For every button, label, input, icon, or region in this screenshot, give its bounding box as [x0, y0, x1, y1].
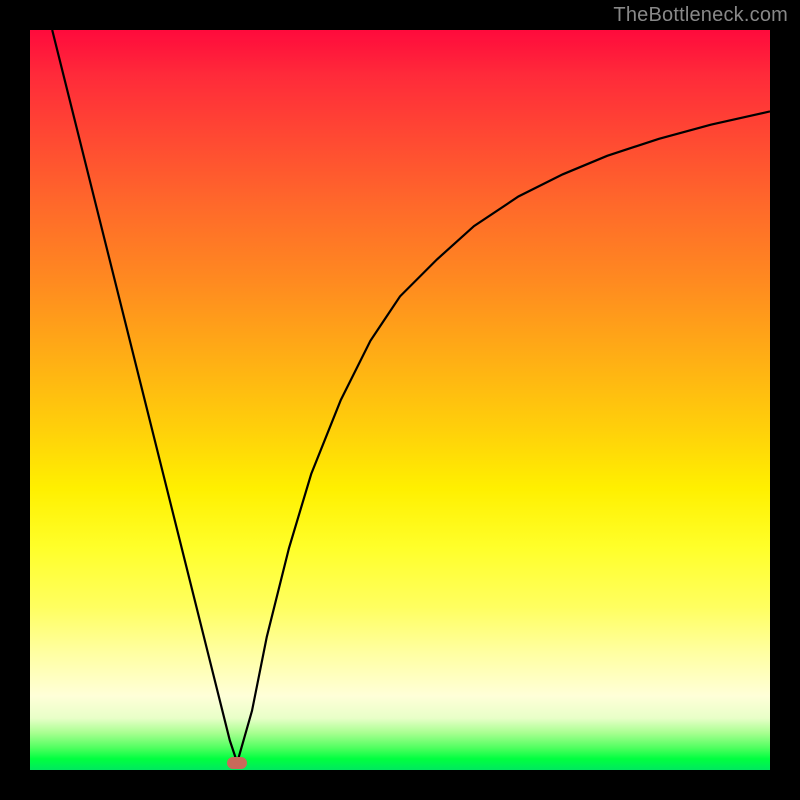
- bottleneck-curve: [30, 30, 770, 770]
- chart-frame: TheBottleneck.com: [0, 0, 800, 800]
- optimum-marker: [227, 757, 247, 769]
- curve-right-branch: [237, 111, 770, 762]
- curve-left-branch: [52, 30, 237, 763]
- watermark-text: TheBottleneck.com: [613, 4, 788, 27]
